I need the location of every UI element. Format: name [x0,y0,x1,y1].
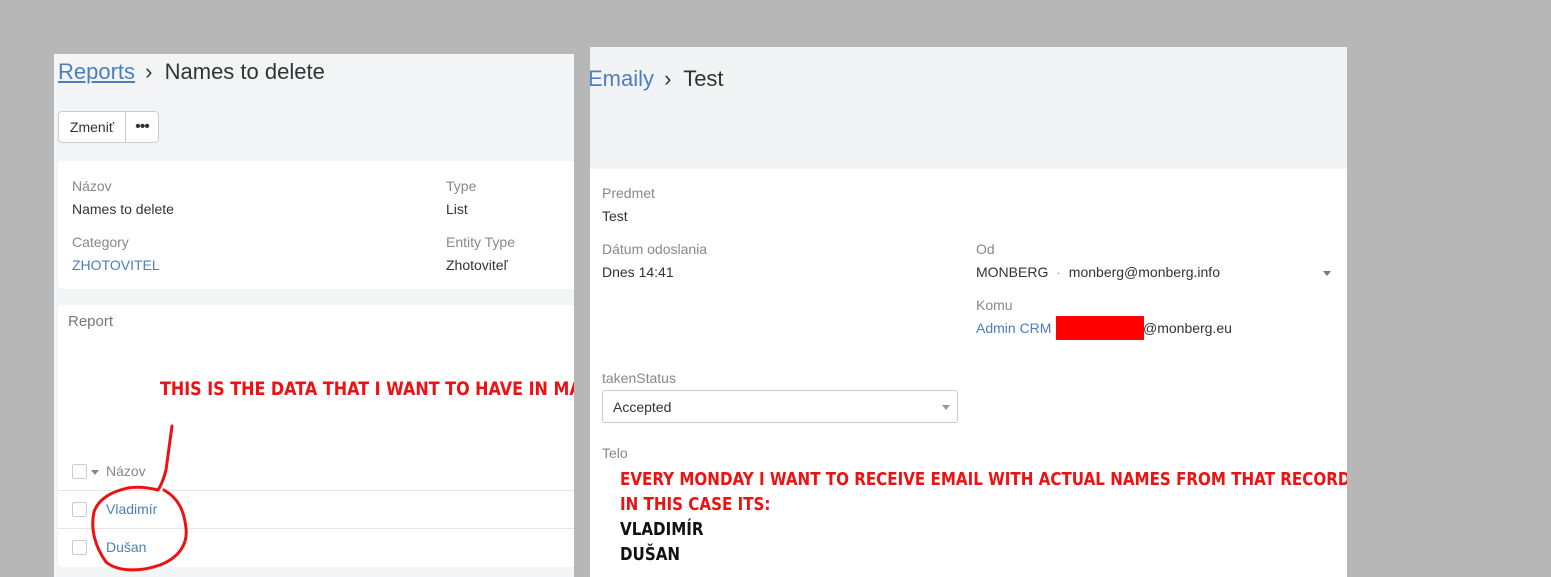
to-label: Komu [976,297,1013,313]
sent-date-value: Dnes 14:41 [602,264,674,280]
from-email: monberg@monberg.info [1068,264,1220,280]
chevron-down-icon [942,405,950,410]
breadcrumb-separator: › [664,66,672,91]
chevron-down-icon[interactable] [1323,271,1331,276]
annotation-line-2: IN THIS CASE ITS: [620,494,771,515]
breadcrumb: Emaily › Test [590,66,724,92]
sent-date-label: Dátum odoslania [602,241,708,257]
breadcrumb-emails-link[interactable]: Emaily [590,66,654,91]
from-label: Od [976,241,995,257]
to-name-link[interactable]: Admin CRM [976,320,1051,336]
to-email-suffix: @monberg.eu [1143,320,1232,336]
annotation-line-4: DUŠAN [620,544,681,565]
email-panel: Emaily › Test Predmet Test Dátum odoslan… [590,47,1347,577]
status-select[interactable]: Accepted [602,390,958,423]
from-value: MONBERG · monberg@monberg.info [976,264,1220,280]
subject-value: Test [602,208,628,224]
email-details-card: Predmet Test Dátum odoslania Dnes 14:41 … [590,169,1347,577]
from-dot: · [1056,264,1061,280]
annotation-line-1: EVERY MONDAY I WANT TO RECEIVE EMAIL WIT… [620,469,1347,490]
subject-label: Predmet [602,185,655,201]
annotation-line-3: VLADIMÍR [620,519,704,540]
page-title: Test [683,66,724,91]
body-label: Telo [602,445,628,461]
redaction-box [1056,316,1144,340]
status-label: takenStatus [602,370,676,386]
status-value: Accepted [613,399,672,415]
from-name: MONBERG [976,264,1049,280]
